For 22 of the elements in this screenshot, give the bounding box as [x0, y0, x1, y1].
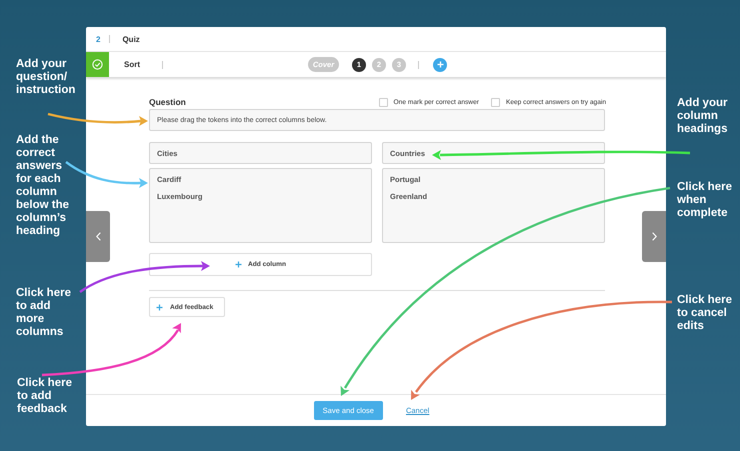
annotation-text: Add your column headings [677, 97, 728, 136]
annotation-text: Click here to add feedback [17, 377, 73, 416]
add-page-button[interactable] [433, 58, 447, 72]
check-circle-icon [92, 59, 103, 70]
slide-type: Sort [124, 60, 140, 69]
plus-icon [234, 261, 242, 268]
annotation-text: Click here to add more columns [16, 287, 72, 339]
quiz-title: Quiz [122, 34, 140, 44]
plus-icon [156, 304, 163, 310]
chevron-left-icon [96, 232, 100, 241]
annotation-text: Add your question/ instruction [16, 58, 76, 97]
previous-button[interactable] [86, 211, 110, 262]
item-number: 2 [96, 34, 100, 44]
annotation-text: Click here to cancel edits [677, 294, 733, 333]
question-label: Question [149, 97, 186, 107]
annotation-text: Click here when complete [677, 181, 733, 220]
plus-icon [436, 61, 444, 68]
checkbox[interactable] [378, 98, 388, 106]
next-button[interactable] [642, 211, 666, 262]
chevron-right-icon [652, 232, 656, 241]
annotation-text: Add the correct answers for each column below the column’s heading [16, 134, 70, 238]
checkbox[interactable] [490, 98, 500, 106]
